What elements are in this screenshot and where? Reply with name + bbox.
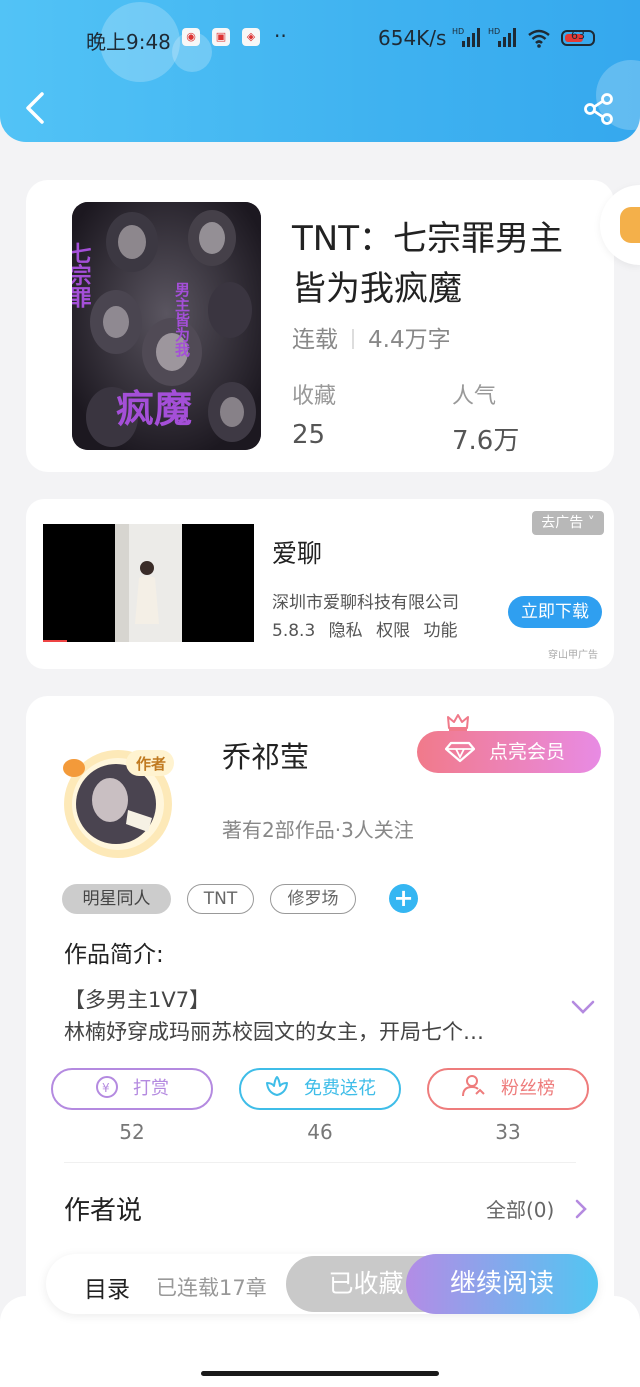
toc-button[interactable]: 目录 — [84, 1270, 130, 1304]
author-avatar[interactable]: 作者 — [56, 744, 180, 860]
status-bar: 晚上9:48 ◉ ▣ ◈ ·· 654K/s HD HD 63 — [0, 24, 640, 56]
divider — [64, 1162, 576, 1163]
ad-source: 穿山甲广告 — [548, 650, 598, 661]
ad-photo — [43, 524, 182, 642]
intro-line: 【多男主1V7】 — [64, 988, 211, 1012]
continue-reading-button[interactable]: 继续阅读 — [406, 1254, 598, 1314]
weibo-icon: ◉ — [182, 28, 200, 46]
fans-ranking-button[interactable]: 粉丝榜 — [427, 1068, 589, 1110]
divider — [352, 329, 354, 349]
book-status: 连载 — [292, 327, 338, 353]
home-indicator[interactable] — [201, 1371, 439, 1376]
signal-icon: HD — [452, 27, 480, 47]
svg-text:¥: ¥ — [102, 1081, 110, 1095]
author-says-heading: 作者说 — [64, 1196, 143, 1226]
svg-text:HD: HD — [488, 27, 500, 36]
ad-privacy-link[interactable]: 隐私 — [329, 621, 363, 641]
author-name: 乔祁莹 — [222, 740, 310, 774]
ad-version: 5.8.3 — [272, 621, 316, 641]
cover-title-a: 七宗罪 — [72, 242, 92, 308]
favorites-count: 25 — [292, 420, 326, 450]
chevron-right-icon[interactable] — [574, 1198, 588, 1220]
remove-ads-button[interactable]: 去广告 ˅ — [532, 511, 604, 535]
network-speed: 654K/s — [378, 26, 447, 50]
ad-image[interactable] — [43, 524, 254, 642]
signal-icon: HD — [488, 27, 516, 47]
popularity-label: 人气 — [452, 384, 497, 409]
back-icon[interactable] — [20, 90, 50, 126]
svg-text:HD: HD — [452, 27, 464, 36]
tip-count: 52 — [119, 1120, 145, 1144]
battery-level: 63 — [571, 29, 585, 42]
tv-icon: ▣ — [212, 28, 230, 46]
ad-features-link[interactable]: 功能 — [423, 621, 457, 641]
flower-label: 免费送花 — [304, 1078, 376, 1099]
expand-chevron-icon[interactable] — [570, 998, 596, 1018]
vip-button[interactable]: 点亮会员 — [417, 731, 601, 773]
ad-company: 深圳市爱聊科技有限公司 — [272, 593, 459, 613]
word-count: 4.4万字 — [368, 327, 451, 353]
book-title: TNT：七宗罪男主皆为我疯魔 — [292, 219, 563, 309]
intro-heading: 作品简介: — [64, 942, 164, 968]
tag-chip[interactable]: 明星同人 — [62, 884, 171, 914]
fans-label: 粉丝榜 — [501, 1078, 555, 1099]
serialized-status: 已连载17章 — [156, 1276, 267, 1300]
author-badge: 作者 — [136, 755, 166, 773]
intro-line: 林楠妤穿成玛丽苏校园文的女主，开局七个… — [64, 1020, 484, 1044]
app-icon: ◈ — [242, 28, 260, 46]
flower-count: 46 — [307, 1120, 333, 1144]
fans-count: 33 — [495, 1120, 521, 1144]
battery-icon: 63 — [561, 29, 595, 46]
reward-icon[interactable] — [620, 207, 640, 243]
vip-label: 点亮会员 — [489, 741, 566, 763]
tag-chip[interactable]: 修罗场 — [270, 884, 356, 914]
tag-chip[interactable]: TNT — [187, 884, 254, 914]
book-cover[interactable]: 七宗罪 男主皆为我 疯魔 — [72, 202, 261, 450]
ad-app-name: 爱聊 — [272, 539, 323, 568]
cover-title-b: 男主皆为我 — [173, 282, 191, 358]
crown-icon — [447, 714, 469, 731]
flower-icon — [266, 1076, 288, 1096]
wifi-icon — [528, 29, 550, 48]
cover-illustration: 七宗罪 男主皆为我 疯魔 — [72, 202, 261, 450]
favorites-label: 收藏 — [292, 384, 337, 409]
author-info: 著有2部作品·3人关注 — [222, 818, 414, 842]
status-time: 晚上9:48 — [86, 30, 171, 54]
yen-icon: ¥ — [96, 1076, 118, 1098]
top-header — [0, 0, 640, 142]
ad-meta: 5.8.3 隐私 权限 功能 — [272, 616, 465, 641]
book-meta: 连载 4.4万字 — [292, 320, 451, 354]
more-notifications-icon: ·· — [274, 24, 287, 48]
send-flower-button[interactable]: 免费送花 — [239, 1068, 401, 1110]
download-button[interactable]: 立即下载 — [508, 596, 602, 628]
diamond-icon — [445, 741, 475, 763]
ad-permissions-link[interactable]: 权限 — [376, 621, 410, 641]
user-icon — [462, 1075, 485, 1097]
view-all-link[interactable]: 全部(0) — [486, 1194, 554, 1223]
share-icon[interactable] — [582, 92, 616, 126]
cover-title-c: 疯魔 — [116, 387, 192, 431]
popularity-count: 7.6万 — [452, 426, 520, 456]
tip-button[interactable]: ¥ 打赏 — [51, 1068, 213, 1110]
add-tag-button[interactable]: + — [389, 884, 418, 913]
tip-label: 打赏 — [133, 1078, 169, 1099]
